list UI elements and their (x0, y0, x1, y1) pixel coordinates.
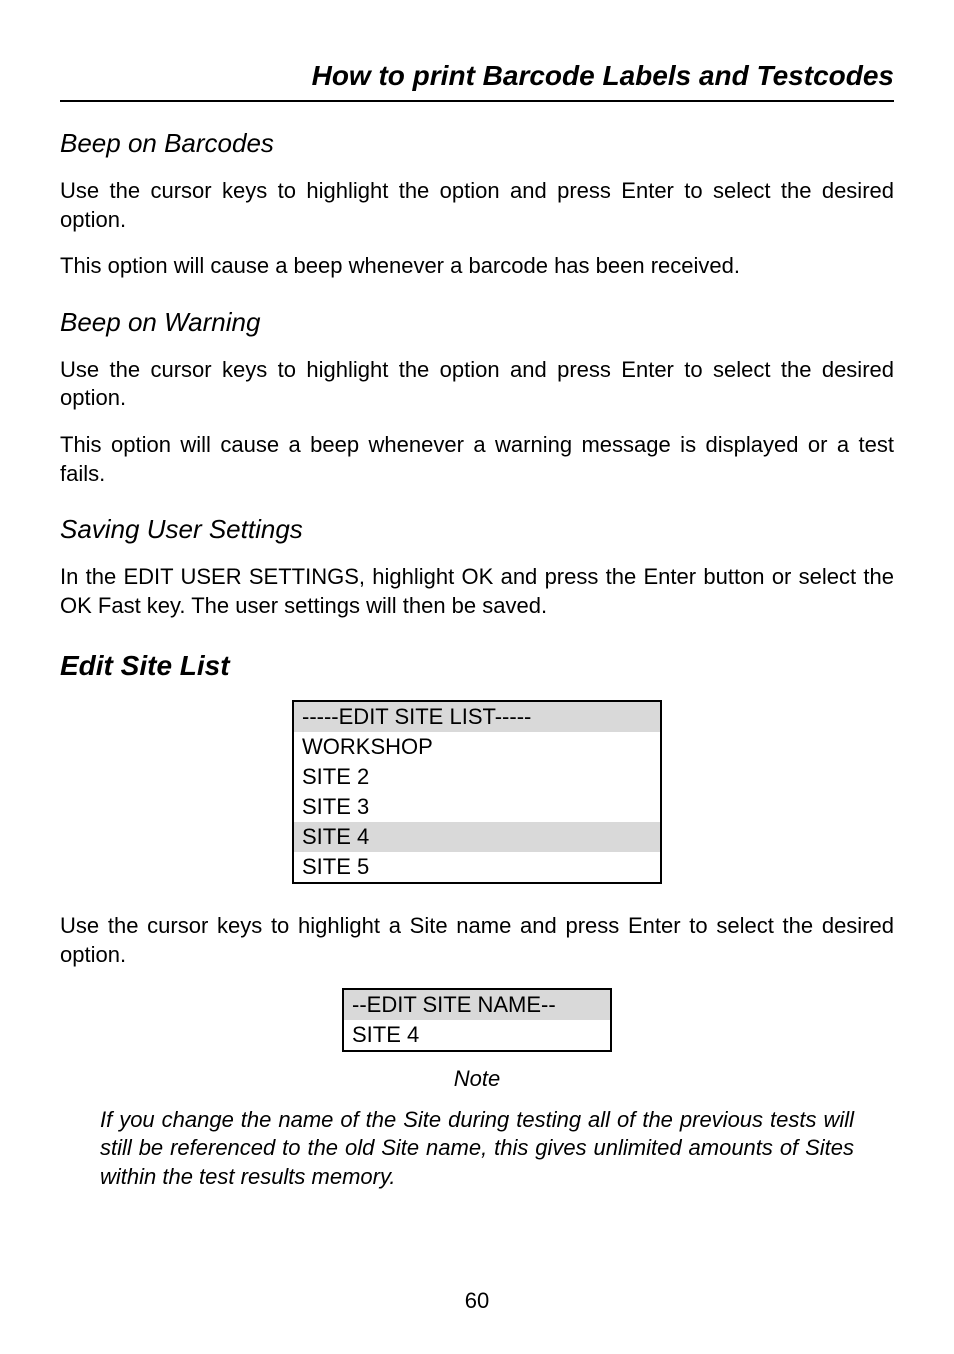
paragraph-text: In the EDIT USER SETTINGS, highlight OK … (60, 563, 894, 620)
note-label: Note (60, 1066, 894, 1092)
heading-saving-settings: Saving User Settings (60, 514, 894, 545)
paragraph-text: Use the cursor keys to highlight a Site … (60, 912, 894, 969)
heading-edit-site-list: Edit Site List (60, 650, 894, 682)
heading-beep-barcodes: Beep on Barcodes (60, 128, 894, 159)
paragraph-text: This option will cause a beep whenever a… (60, 431, 894, 488)
note-text: If you change the name of the Site durin… (100, 1106, 854, 1192)
paragraph-text: Use the cursor keys to highlight the opt… (60, 177, 894, 234)
table-row: SITE 5 (294, 852, 660, 882)
edit-site-list-table: -----EDIT SITE LIST----- WORKSHOP SITE 2… (292, 700, 662, 884)
table-row: SITE 4 (344, 1020, 610, 1050)
table-header: -----EDIT SITE LIST----- (294, 702, 660, 732)
paragraph-text: This option will cause a beep whenever a… (60, 252, 894, 281)
table-row: SITE 3 (294, 792, 660, 822)
table-header: --EDIT SITE NAME-- (344, 990, 610, 1020)
page-number: 60 (0, 1288, 954, 1314)
paragraph-text: Use the cursor keys to highlight the opt… (60, 356, 894, 413)
table-row-selected: SITE 4 (294, 822, 660, 852)
edit-site-name-table: --EDIT SITE NAME-- SITE 4 (342, 988, 612, 1052)
table-row: SITE 2 (294, 762, 660, 792)
table-row: WORKSHOP (294, 732, 660, 762)
page-header-title: How to print Barcode Labels and Testcode… (60, 60, 894, 102)
heading-beep-warning: Beep on Warning (60, 307, 894, 338)
